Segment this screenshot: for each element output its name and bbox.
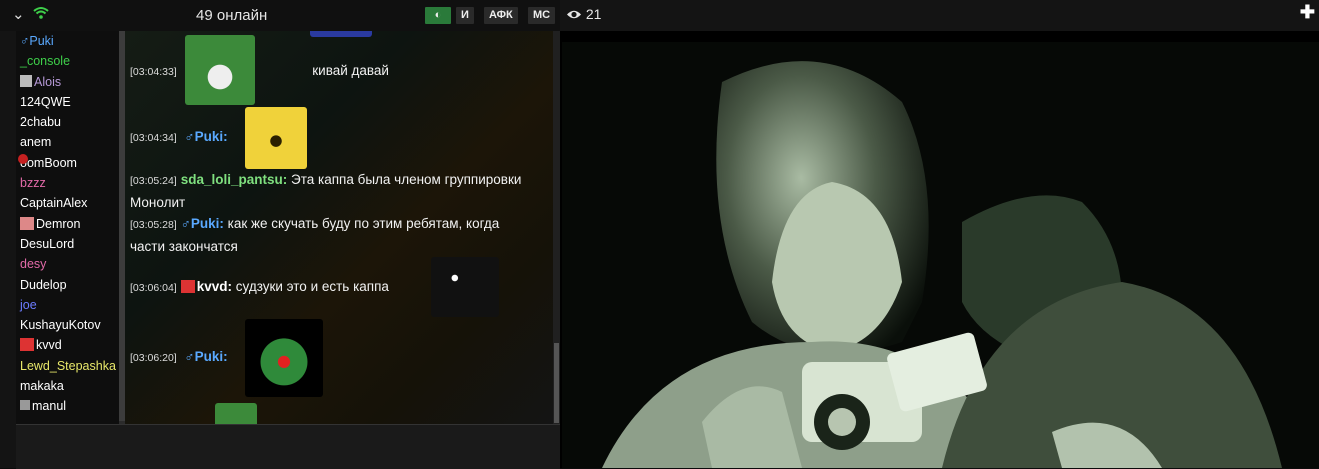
username-link[interactable]: ♂Puki: [181,216,224,231]
chat-message: [03:05:24] sda_loli_pantsu: Эта каппа был… [130,172,522,210]
avatar [18,153,28,164]
player-header: 21 ✚ [560,0,1319,31]
theme-toggle-button[interactable]: ◐ [425,7,451,24]
wifi-icon [33,6,49,23]
avatar [20,74,32,87]
user-item[interactable]: anem [16,132,120,152]
avatar [20,400,30,411]
mc-button[interactable]: МС [528,7,556,24]
username-link[interactable]: ♂Puki: [184,129,227,144]
user-item[interactable]: joe [16,295,120,315]
chat-header: ⌄ 49 онлайн ◐ И АФК МС [0,0,560,31]
user-item[interactable]: KushayuKotov [16,315,120,335]
chat-panel: ⌄ 49 онлайн ◐ И АФК МС ♂Puki _console Al… [0,0,560,469]
user-item[interactable]: makaka [16,376,120,396]
avatar [20,216,34,230]
i-button[interactable]: И [456,7,474,24]
user-item[interactable]: bzzz [16,173,120,193]
player-panel: 21 ✚ [560,0,1319,468]
chat-message: [03:04:34] ♂Puki: [130,129,228,144]
user-item[interactable]: 2chabu [16,112,120,132]
chat-scrollbar[interactable] [553,31,560,424]
user-item[interactable]: _console [16,51,120,71]
plus-icon[interactable]: ✚ [1300,2,1315,23]
username-link[interactable]: kvvd: [197,279,232,294]
user-item[interactable]: Lewd_Stepashka [16,356,120,376]
username-link[interactable]: sda_loli_pantsu: [181,172,288,187]
user-item[interactable]: oomBoom [16,153,120,173]
video-frame[interactable] [562,42,1319,468]
user-item[interactable]: Demron [16,214,120,234]
chat-message: [03:05:28] ♂Puki: как же скучать буду по … [130,216,500,254]
heart-icon [180,280,195,293]
top-emote [310,31,372,37]
online-count: 49 онлайн [196,7,268,24]
user-item[interactable]: 124QWE [16,92,120,112]
user-item[interactable]: ♂Puki [16,31,120,51]
user-item[interactable]: Dudelop [16,275,120,295]
chat-message: [03:04:33] кивай давай [130,63,389,78]
user-item[interactable]: desy [16,254,120,274]
chevron-down-icon[interactable]: ⌄ [12,6,27,23]
eye-icon [566,6,586,22]
user-item[interactable]: Alois [16,72,120,92]
pepe-small-emote [215,403,257,424]
user-list: ♂Puki _console Alois 124QWE 2chabu anem … [16,31,120,424]
viewer-count: 21 [566,6,601,22]
afk-button[interactable]: АФК [484,7,518,24]
user-item[interactable]: DesuLord [16,234,120,254]
user-item[interactable]: CaptainAlex [16,193,120,213]
chat-message: [03:06:20] ♂Puki: [130,349,228,364]
heart-icon [20,338,34,352]
chat-messages: [03:04:33] кивай давай [03:04:34] ♂Puki:… [125,31,553,424]
chat-message: [03:06:04] kvvd: судзуки это и есть каппа [130,279,389,294]
username-link[interactable]: ♂Puki: [184,349,227,364]
user-item[interactable]: kvvd [16,335,120,355]
user-item[interactable]: manul [16,396,120,416]
chat-input[interactable] [16,424,560,469]
